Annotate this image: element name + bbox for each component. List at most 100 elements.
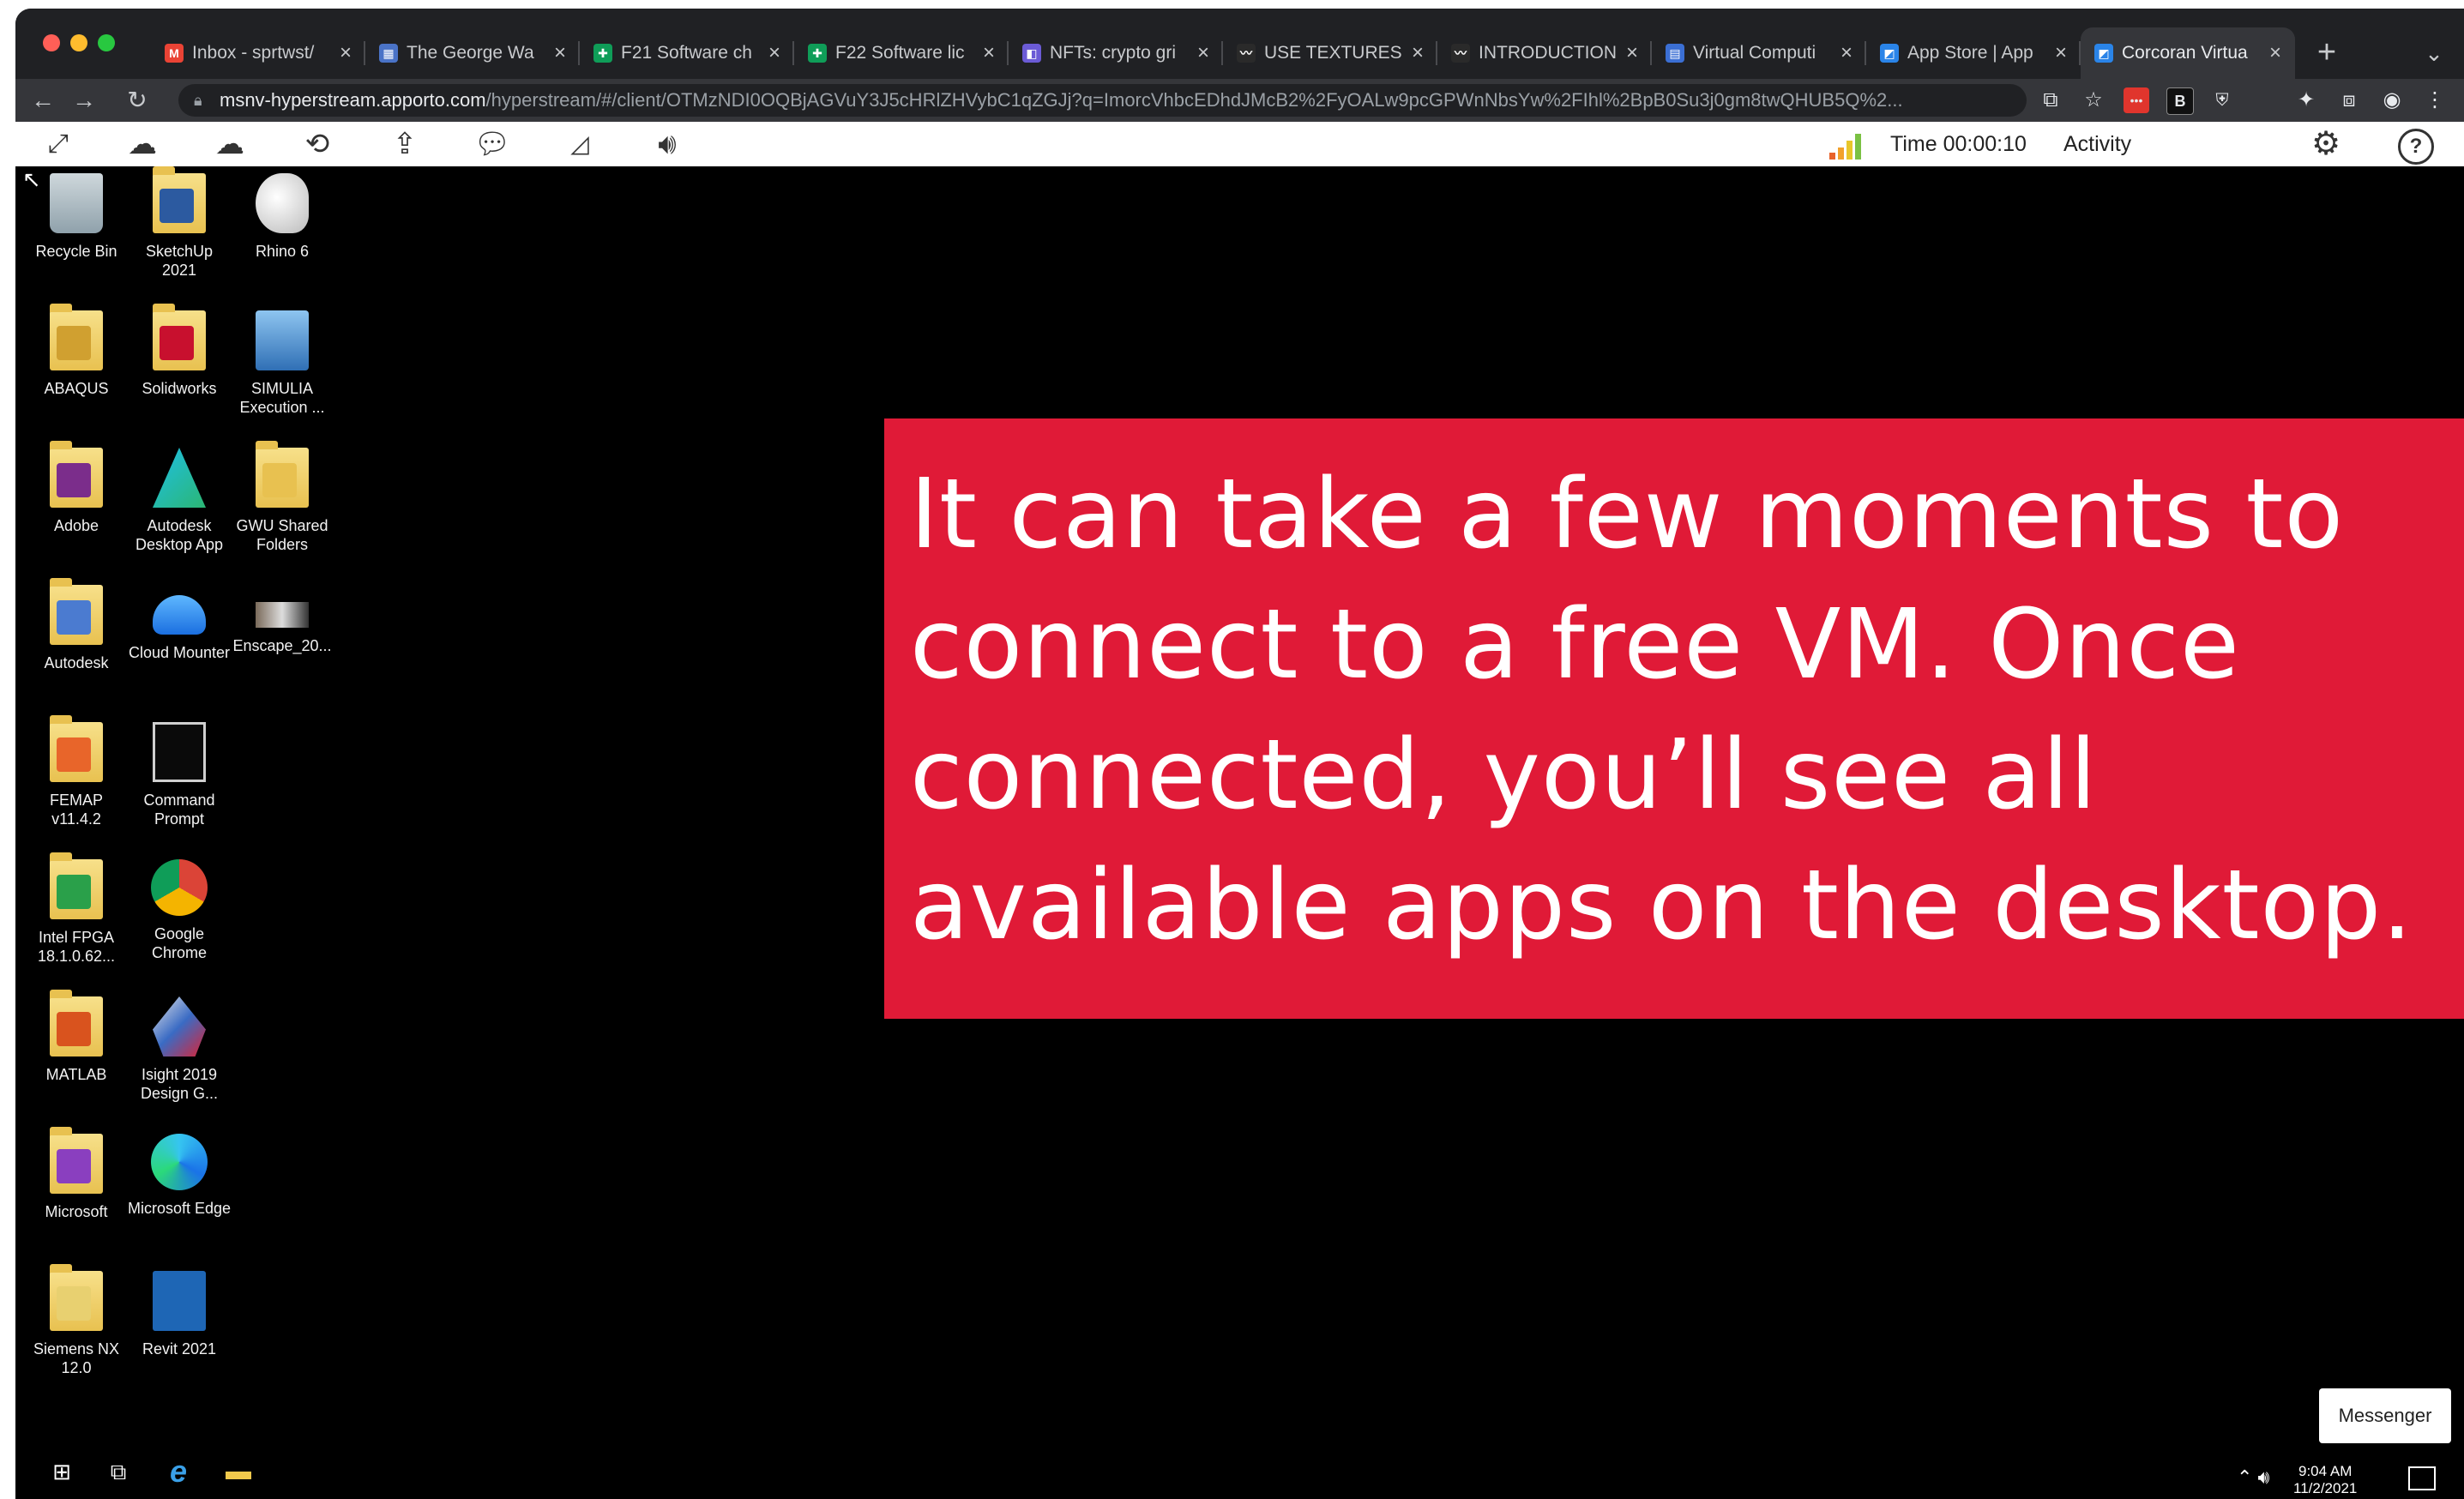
profile-icon[interactable]: ◉: [2379, 87, 2405, 113]
gmail-icon: M: [165, 44, 184, 63]
desktop-shortcut[interactable]: Rhino 6: [230, 173, 334, 261]
chrome-menu-icon[interactable]: ⋮: [2422, 87, 2448, 113]
bookmark-star-icon[interactable]: ☆: [2081, 87, 2106, 113]
close-tab-icon[interactable]: ×: [2269, 27, 2281, 79]
maximize-window-button[interactable]: [98, 34, 115, 51]
desktop-shortcut[interactable]: Command Prompt: [127, 722, 232, 828]
settings-gear-icon[interactable]: ⚙︎: [2307, 125, 2345, 163]
desktop-shortcut[interactable]: Isight 2019 Design G...: [127, 996, 232, 1103]
system-clock[interactable]: 9:04 AM 11/2/2021: [2293, 1463, 2357, 1497]
revit-icon: [153, 1271, 206, 1331]
back-button[interactable]: ←: [26, 84, 60, 117]
browser-tab[interactable]: ◩ Corcoran Virtua ×: [2081, 27, 2295, 79]
sheets-icon: ✚: [808, 44, 827, 63]
minimize-window-button[interactable]: [70, 34, 87, 51]
microsoft-edge-icon: [151, 1134, 208, 1190]
desktop-shortcut[interactable]: MATLAB: [24, 990, 129, 1084]
desktop-shortcut[interactable]: Autodesk Desktop App: [127, 448, 232, 554]
browser-tab[interactable]: ✚ F21 Software ch ×: [580, 27, 794, 79]
browser-tab[interactable]: ◩ App Store | App ×: [1866, 27, 2081, 79]
network-stats-icon[interactable]: ◿: [554, 127, 605, 161]
browser-tab[interactable]: ✚ F22 Software lic ×: [794, 27, 1009, 79]
desktop-shortcut-label: Siemens NX 12.0: [33, 1340, 120, 1376]
close-tab-icon[interactable]: ×: [1840, 27, 1853, 79]
fullscreen-icon[interactable]: ⤢: [33, 127, 84, 161]
desktop-shortcut[interactable]: Microsoft: [24, 1127, 129, 1221]
audio-icon[interactable]: 🔊︎: [642, 127, 693, 161]
shortcut-badge: [57, 463, 91, 497]
clock-time: 9:04 AM: [2298, 1463, 2353, 1479]
new-tab-button[interactable]: +: [2305, 27, 2348, 79]
activity-button[interactable]: Activity: [2063, 130, 2131, 158]
close-tab-icon[interactable]: ×: [1626, 27, 1638, 79]
desktop-shortcut[interactable]: GWU Shared Folders: [230, 441, 334, 554]
desktop-shortcut[interactable]: Enscape_20...: [230, 585, 334, 655]
browser-tab[interactable]: ◧ NFTs: crypto gri ×: [1009, 27, 1223, 79]
desktop-shortcut-label: SIMULIA Execution ...: [239, 380, 325, 416]
browser-tab[interactable]: ▤ Virtual Computi ×: [1652, 27, 1866, 79]
chat-icon[interactable]: 💬︎: [467, 127, 518, 161]
extension-b-icon[interactable]: B: [2166, 87, 2194, 115]
desktop-shortcut[interactable]: Autodesk: [24, 578, 129, 672]
system-tray-icon[interactable]: ⌃ 🔊︎: [2237, 1466, 2269, 1489]
shortcut-badge: [57, 737, 91, 772]
tab-search-button[interactable]: ⌄: [2417, 27, 2451, 79]
close-window-button[interactable]: [43, 34, 60, 51]
desktop-shortcut[interactable]: Revit 2021: [127, 1271, 232, 1358]
close-tab-icon[interactable]: ×: [340, 27, 352, 79]
reconnect-icon[interactable]: ⟲: [292, 127, 343, 161]
reload-button[interactable]: ↻: [120, 84, 154, 117]
close-tab-icon[interactable]: ×: [1197, 27, 1209, 79]
browser-tab[interactable]: M Inbox - sprtwst/ ×: [151, 27, 365, 79]
extension-shield-icon[interactable]: ⛨: [2209, 87, 2235, 113]
sketchup-icon: [153, 166, 206, 233]
address-bar[interactable]: 🔒︎ msnv-hyperstream.apporto.com/hyperstr…: [178, 84, 2027, 117]
desktop-shortcut[interactable]: Microsoft Edge: [127, 1134, 232, 1218]
desktop-shortcut[interactable]: Siemens NX 12.0: [24, 1264, 129, 1377]
close-tab-icon[interactable]: ×: [1412, 27, 1424, 79]
extensions-puzzle-icon[interactable]: ✦: [2293, 87, 2319, 113]
command-prompt-icon: [153, 722, 206, 782]
desktop-shortcut[interactable]: ABAQUS: [24, 304, 129, 398]
shortcut-badge: [160, 326, 194, 360]
browser-tab[interactable]: ▦ The George Wa ×: [365, 27, 580, 79]
recycle-bin-icon: [50, 173, 103, 233]
shortcut-badge: [57, 875, 91, 909]
messenger-button[interactable]: Messenger: [2319, 1388, 2451, 1443]
close-tab-icon[interactable]: ×: [554, 27, 566, 79]
desktop-shortcut[interactable]: Intel FPGA 18.1.0.62...: [24, 852, 129, 966]
shortcut-badge: [262, 463, 297, 497]
solidworks-icon: [153, 304, 206, 370]
share-icon[interactable]: ⇪: [379, 127, 431, 161]
close-tab-icon[interactable]: ×: [2055, 27, 2067, 79]
stream-toolbar: ⤢ ☁︎ ☁︎ ⟲ ⇪ 💬︎ ◿ 🔊︎ Time 00:00:10 Activi…: [15, 122, 2464, 166]
desktop-shortcut[interactable]: Cloud Mounter: [127, 585, 232, 662]
desktop-shortcut[interactable]: SIMULIA Execution ...: [230, 310, 334, 417]
browser-tab[interactable]: 〰 INTRODUCTION ×: [1437, 27, 1652, 79]
appstore-icon: ◩: [1880, 44, 1899, 63]
desktop-shortcut[interactable]: SketchUp 2021: [127, 166, 232, 280]
windows-start-icon[interactable]: ⊞: [45, 1454, 79, 1489]
download-cloud-icon[interactable]: ☁︎: [204, 127, 256, 161]
forward-button[interactable]: →: [67, 84, 101, 117]
desktop-shortcut-label: FEMAP v11.4.2: [49, 792, 103, 828]
close-tab-icon[interactable]: ×: [768, 27, 780, 79]
task-view-icon[interactable]: ⧉: [101, 1454, 136, 1489]
desktop-shortcut[interactable]: Adobe: [24, 441, 129, 535]
upload-cloud-icon[interactable]: ☁︎: [117, 127, 168, 161]
close-tab-icon[interactable]: ×: [983, 27, 995, 79]
desktop-shortcut-label: ABAQUS: [44, 380, 109, 397]
file-explorer-icon[interactable]: ▬: [221, 1454, 256, 1489]
desktop-shortcut[interactable]: FEMAP v11.4.2: [24, 715, 129, 828]
install-app-icon[interactable]: ⧉: [2038, 87, 2063, 113]
internet-explorer-icon[interactable]: e: [161, 1454, 196, 1489]
help-icon[interactable]: ?: [2398, 129, 2434, 165]
shortcut-badge: [160, 189, 194, 223]
cast-icon[interactable]: ⧈: [2336, 87, 2362, 113]
notification-center-icon[interactable]: [2408, 1466, 2436, 1490]
extension-lastpass-icon[interactable]: •••: [2124, 87, 2149, 113]
desktop-shortcut[interactable]: Solidworks: [127, 304, 232, 398]
desktop-shortcut[interactable]: Google Chrome: [127, 859, 232, 962]
browser-tab[interactable]: 〰 USE TEXTURES ×: [1223, 27, 1437, 79]
desktop-shortcut-label: Revit 2021: [142, 1340, 217, 1358]
